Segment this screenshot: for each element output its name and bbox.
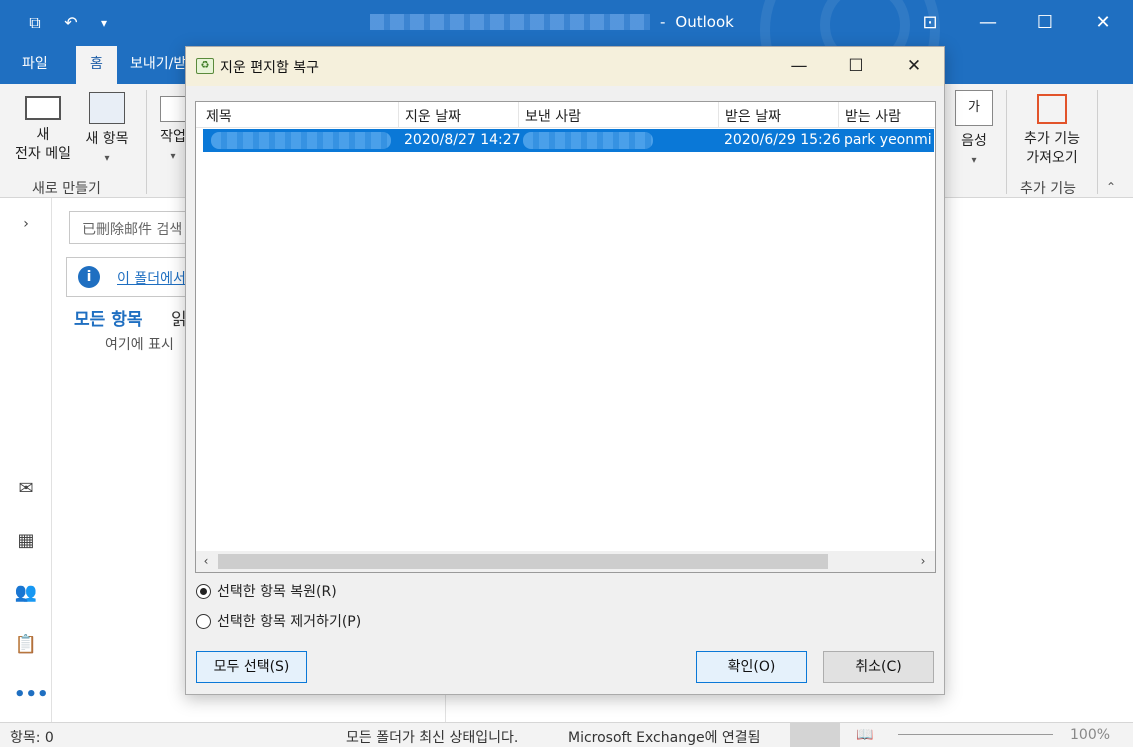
people-icon[interactable]: 👥 xyxy=(14,582,38,604)
normal-view-button[interactable] xyxy=(790,723,840,747)
speech-button[interactable]: 가 음성 ▾ xyxy=(952,90,996,170)
purge-option-label: 선택한 항목 제거하기(P) xyxy=(217,614,362,630)
horizontal-scrollbar[interactable]: ‹ › xyxy=(196,551,935,572)
new-items-icon xyxy=(89,92,125,124)
separator xyxy=(1006,90,1007,194)
send-receive-icon[interactable]: ⧉ xyxy=(24,12,46,34)
connection-status: Microsoft Exchange에 연결됨 xyxy=(568,730,761,746)
column-separator[interactable] xyxy=(838,102,839,128)
dialog-title-bar: ♻ 지운 편지함 복구 — ☐ ✕ xyxy=(186,47,944,86)
ok-button[interactable]: 확인(O) xyxy=(696,651,807,683)
info-link[interactable]: 이 폴더에서 xyxy=(117,268,186,288)
group-label-new: 새로 만들기 xyxy=(32,181,101,197)
status-bar: 항목: 0 모든 폴더가 최신 상태입니다. Microsoft Exchang… xyxy=(0,722,1133,747)
add-ins-icon xyxy=(1037,94,1067,124)
radio-restore[interactable] xyxy=(196,583,211,599)
dialog-title: 지운 편지함 복구 xyxy=(220,60,320,76)
dialog-minimize-button[interactable]: — xyxy=(770,47,828,86)
close-button[interactable]: ✕ xyxy=(1075,0,1131,46)
item-count: 항목: 0 xyxy=(10,730,54,746)
scroll-left-icon[interactable]: ‹ xyxy=(196,551,216,572)
sync-status: 모든 폴더가 최신 상태입니다. xyxy=(346,730,519,746)
tasks-icon[interactable]: 📋 xyxy=(14,634,38,656)
zoom-slider[interactable] xyxy=(898,734,1053,735)
restore-option-label: 선택한 항목 복원(R) xyxy=(217,584,337,600)
reading-view-icon[interactable]: 📖 xyxy=(856,727,873,743)
calendar-icon[interactable]: ▦ xyxy=(14,530,38,552)
new-items-button[interactable]: 새 항목 ▾ xyxy=(78,92,136,168)
more-apps-icon[interactable]: ••• xyxy=(14,684,49,706)
scroll-thumb[interactable] xyxy=(218,554,828,569)
select-all-button[interactable]: 모두 선택(S) xyxy=(196,651,307,683)
column-to[interactable]: 받는 사람 xyxy=(845,106,901,126)
new-email-button[interactable]: 새 전자 메일 xyxy=(10,96,76,164)
info-bar: i 이 폴더에서 xyxy=(66,257,190,297)
expand-folder-pane-icon[interactable]: › xyxy=(14,216,38,238)
maximize-button[interactable]: ☐ xyxy=(1017,0,1073,46)
radio-purge[interactable] xyxy=(196,613,211,629)
envelope-icon xyxy=(25,96,61,120)
app-title: Outlook xyxy=(675,13,734,31)
dropdown-arrow-icon: ▾ xyxy=(104,153,110,164)
filter-all-items[interactable]: 모든 항목 xyxy=(74,305,142,330)
deleted-items-list[interactable]: 제목 지운 날짜 보낸 사람 받은 날짜 받는 사람 2020/8/27 14:… xyxy=(195,101,936,573)
separator xyxy=(146,90,147,194)
tab-file[interactable]: 파일 xyxy=(8,46,62,84)
column-received-date[interactable]: 받은 날짜 xyxy=(725,106,781,126)
dropdown-arrow-icon: ▾ xyxy=(170,151,176,162)
undo-icon[interactable]: ↶ xyxy=(60,12,82,34)
get-addins-button[interactable]: 추가 기능 가져오기 xyxy=(1014,94,1090,168)
collapse-ribbon-icon[interactable]: ⌃ xyxy=(1106,180,1116,194)
purge-option[interactable]: 선택한 항목 제거하기(P) xyxy=(196,611,361,631)
tab-home[interactable]: 홈 xyxy=(76,46,117,84)
search-input[interactable]: 已刪除邮件 검색 xyxy=(69,211,189,244)
dialog-maximize-button[interactable]: ☐ xyxy=(827,47,885,86)
recover-deleted-items-dialog: ♻ 지운 편지함 복구 — ☐ ✕ 제목 지운 날짜 보낸 사람 받은 날짜 받… xyxy=(185,46,945,695)
restore-option[interactable]: 선택한 항목 복원(R) xyxy=(196,581,337,601)
delete-group-button[interactable]: 작업 ▾ xyxy=(158,96,188,166)
column-deleted-date[interactable]: 지운 날짜 xyxy=(405,106,461,126)
redacted-folder-name xyxy=(370,14,650,30)
window-title: - Outlook xyxy=(370,13,734,31)
info-icon: i xyxy=(78,266,100,288)
ribbon-display-options-icon[interactable]: ⊡ xyxy=(902,0,958,46)
recycle-bin-icon xyxy=(160,96,186,122)
read-aloud-icon: 가 xyxy=(955,90,993,126)
group-label-addins: 추가 기능 xyxy=(1020,181,1076,197)
zoom-level[interactable]: 100% xyxy=(1070,727,1110,743)
received-date-cell: 2020/6/29 15:26 xyxy=(724,132,841,148)
dialog-close-button[interactable]: ✕ xyxy=(885,47,943,86)
title-bar: ⧉ ↶ ▾ - Outlook ⊡ — ☐ ✕ xyxy=(0,0,1133,120)
deleted-date-cell: 2020/8/27 14:27 xyxy=(404,132,521,148)
column-subject[interactable]: 제목 xyxy=(206,106,232,126)
column-separator[interactable] xyxy=(718,102,719,128)
list-header: 제목 지운 날짜 보낸 사람 받은 날짜 받는 사람 xyxy=(196,102,935,128)
separator xyxy=(1097,90,1098,194)
cancel-button[interactable]: 취소(C) xyxy=(823,651,934,683)
customize-quick-access-icon[interactable]: ▾ xyxy=(93,12,115,34)
recover-items-icon: ♻ xyxy=(196,58,214,74)
navigation-bar: › ✉ ▦ 👥 📋 ••• xyxy=(0,198,52,722)
scroll-right-icon[interactable]: › xyxy=(913,551,933,572)
redacted-subject xyxy=(211,132,391,149)
column-from[interactable]: 보낸 사람 xyxy=(525,106,581,126)
empty-folder-text: 여기에 표시 xyxy=(105,337,174,353)
table-row[interactable]: 2020/8/27 14:27 2020/6/29 15:26 park yeo… xyxy=(203,129,934,152)
column-separator[interactable] xyxy=(398,102,399,128)
column-separator[interactable] xyxy=(518,102,519,128)
dropdown-arrow-icon: ▾ xyxy=(971,155,977,166)
mail-icon[interactable]: ✉ xyxy=(14,478,38,500)
minimize-button[interactable]: — xyxy=(960,0,1016,46)
redacted-sender xyxy=(523,132,653,149)
recipient-cell: park yeonmi xyxy=(844,132,932,148)
